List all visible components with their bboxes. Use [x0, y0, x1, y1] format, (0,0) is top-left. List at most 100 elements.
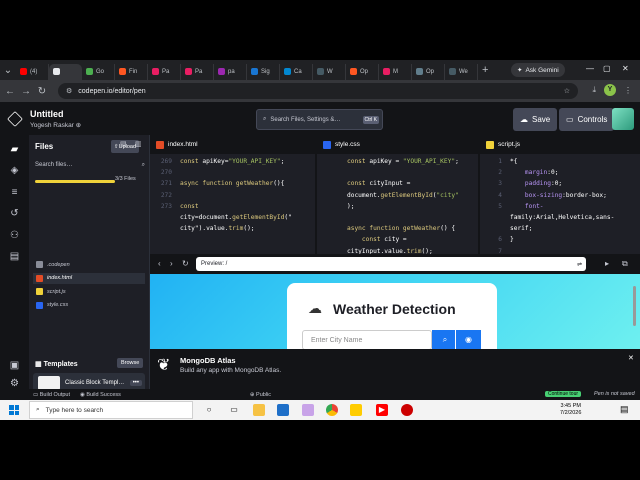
- command-search[interactable]: ⌕ Search Files, Settings &… Ctrl K: [256, 109, 383, 130]
- code-line[interactable]: async function getWeather() {: [347, 225, 455, 232]
- address-bar[interactable]: ⚙ codepen.io/editor/pen ☆: [58, 83, 578, 99]
- site-info-icon[interactable]: ⚙: [66, 87, 72, 95]
- template-more-button[interactable]: •••: [129, 380, 142, 386]
- files-search-input[interactable]: Search files…: [35, 162, 72, 169]
- new-file-icon[interactable]: ▤: [120, 140, 130, 153]
- js-editor[interactable]: script.js 1 *{2 margin:0; 3 padding:0; 4 bo…: [478, 135, 640, 254]
- system-clock[interactable]: 3:45 PM 7/2/2026: [560, 403, 581, 417]
- app-icon[interactable]: [401, 404, 413, 416]
- code-line[interactable]: const apiKey="YOUR_API_KEY";: [180, 158, 284, 165]
- ad-notification[interactable]: ❦ MongoDB Atlas Build any app with Mongo…: [150, 349, 640, 389]
- browser-tab[interactable]: Fin: [115, 63, 148, 80]
- css-code[interactable]: const apiKey = "YOUR_API_KEY";const city…: [317, 154, 478, 254]
- browser-tab[interactable]: Pa: [181, 63, 214, 80]
- code-line[interactable]: box-sizing:border-box;: [510, 192, 607, 199]
- code-line[interactable]: const cityInput =: [347, 180, 410, 187]
- code-line[interactable]: document.getElementById("city": [347, 192, 459, 199]
- browser-tab[interactable]: pa: [214, 63, 247, 80]
- codepen-logo-icon[interactable]: [7, 111, 23, 127]
- close-window-icon[interactable]: ✕: [622, 64, 629, 73]
- continue-tour-button[interactable]: Continue tour: [545, 391, 582, 397]
- taskbar-search[interactable]: ⌕ Type here to search: [29, 401, 193, 419]
- code-line[interactable]: family:Arial,Helvetica,sans-: [510, 214, 614, 221]
- code-line[interactable]: const apiKey = "YOUR_API_KEY";: [347, 158, 459, 165]
- new-folder-icon[interactable]: ▥: [135, 140, 145, 153]
- file-item[interactable]: index.html: [33, 272, 145, 284]
- js-editor-tab[interactable]: script.js: [480, 135, 640, 154]
- file-item[interactable]: script.js: [33, 286, 145, 297]
- browser-tab[interactable]: [49, 63, 82, 80]
- build-output[interactable]: ▭ Build Output: [33, 392, 70, 398]
- mail-icon[interactable]: [277, 404, 289, 416]
- html-code[interactable]: 269 const apiKey="YOUR_API_KEY"; 270 271 asy…: [150, 154, 315, 254]
- browser-tab[interactable]: Pa: [148, 63, 181, 80]
- css-editor-tab[interactable]: style.css: [317, 135, 478, 154]
- task-view-icon[interactable]: ▭: [228, 404, 240, 416]
- preview-url-bar[interactable]: Preview: / ⇌: [196, 257, 586, 271]
- code-line[interactable]: city=document.getElementById(": [180, 214, 292, 221]
- browser-tab[interactable]: Op: [412, 63, 445, 80]
- location-button[interactable]: ◉: [455, 330, 481, 349]
- code-line[interactable]: serif;: [510, 225, 532, 232]
- youtube-icon[interactable]: ▶: [376, 404, 388, 416]
- image-icon[interactable]: ▣: [8, 359, 21, 372]
- js-code[interactable]: 1 *{2 margin:0; 3 padding:0; 4 box-sizing:b…: [480, 154, 640, 254]
- browse-templates-button[interactable]: Browse: [117, 358, 144, 368]
- preview-refresh-icon[interactable]: ↻: [182, 259, 189, 268]
- file-explorer-icon[interactable]: [253, 404, 265, 416]
- windows-start-icon[interactable]: [9, 405, 19, 415]
- user-avatar[interactable]: [612, 108, 634, 130]
- code-line[interactable]: *{: [510, 158, 517, 165]
- city-input[interactable]: Enter City Name: [302, 330, 432, 349]
- collaborators-icon[interactable]: ⚇: [8, 229, 21, 242]
- back-icon[interactable]: ←: [2, 86, 18, 97]
- minimize-icon[interactable]: —: [586, 64, 594, 73]
- code-line[interactable]: async function getWeather(){: [180, 180, 284, 187]
- code-line[interactable]: const: [180, 203, 199, 210]
- console-icon[interactable]: ▸: [605, 259, 609, 268]
- file-item[interactable]: style.css: [33, 300, 145, 311]
- browser-tab[interactable]: (4): [16, 63, 49, 80]
- html-editor[interactable]: index.html 269 const apiKey="YOUR_API_KEY…: [150, 135, 315, 254]
- packages-icon[interactable]: ◈: [8, 164, 21, 177]
- browser-tab[interactable]: M: [379, 63, 412, 80]
- reload-icon[interactable]: ↻: [34, 86, 50, 97]
- preview-forward-icon[interactable]: ›: [170, 259, 173, 268]
- visibility-status[interactable]: ⊕ Public: [250, 392, 271, 398]
- tab-search-icon[interactable]: ⌄: [0, 65, 16, 76]
- browser-tab[interactable]: Go: [82, 63, 115, 80]
- preview-back-icon[interactable]: ‹: [158, 259, 161, 268]
- chrome-icon[interactable]: [326, 404, 338, 416]
- bookmark-star-icon[interactable]: ☆: [564, 87, 570, 95]
- notes-icon[interactable]: [350, 404, 362, 416]
- open-external-icon[interactable]: ⧉: [622, 259, 628, 269]
- cortana-icon[interactable]: ○: [203, 404, 215, 416]
- profile-avatar[interactable]: Y: [604, 84, 616, 96]
- code-line[interactable]: margin:0;: [510, 169, 559, 176]
- maximize-icon[interactable]: ▢: [603, 64, 611, 73]
- save-button[interactable]: ☁ Save: [513, 108, 558, 131]
- store-icon[interactable]: [302, 404, 314, 416]
- comments-icon[interactable]: ▤: [8, 250, 21, 263]
- settings-sliders-icon[interactable]: ≡: [8, 186, 21, 199]
- code-line[interactable]: }: [510, 236, 514, 243]
- files-icon[interactable]: ▰: [8, 143, 21, 156]
- css-editor[interactable]: style.css const apiKey = "YOUR_API_KEY";…: [315, 135, 478, 254]
- code-line[interactable]: city").value.trim();: [180, 225, 255, 232]
- close-ad-icon[interactable]: ✕: [628, 354, 634, 362]
- ask-gemini-button[interactable]: ✦ Ask Gemini: [511, 63, 565, 77]
- history-icon[interactable]: ↺: [8, 207, 21, 220]
- code-line[interactable]: font-: [510, 203, 544, 210]
- notifications-icon[interactable]: ▤: [620, 404, 629, 415]
- preview-scrollbar[interactable]: [633, 286, 636, 326]
- browser-tab[interactable]: We: [445, 63, 478, 80]
- browser-tab[interactable]: Ca: [280, 63, 313, 80]
- files-search[interactable]: Search files… ⌕: [35, 162, 145, 169]
- forward-icon[interactable]: →: [18, 86, 34, 97]
- downloads-icon[interactable]: ⤓: [592, 85, 596, 95]
- code-line[interactable]: );: [347, 203, 354, 210]
- controls-button[interactable]: ▭ Controls: [559, 108, 615, 131]
- browser-tab[interactable]: W: [313, 63, 346, 80]
- new-tab-button[interactable]: +: [482, 64, 488, 76]
- code-line[interactable]: const city =: [347, 236, 407, 243]
